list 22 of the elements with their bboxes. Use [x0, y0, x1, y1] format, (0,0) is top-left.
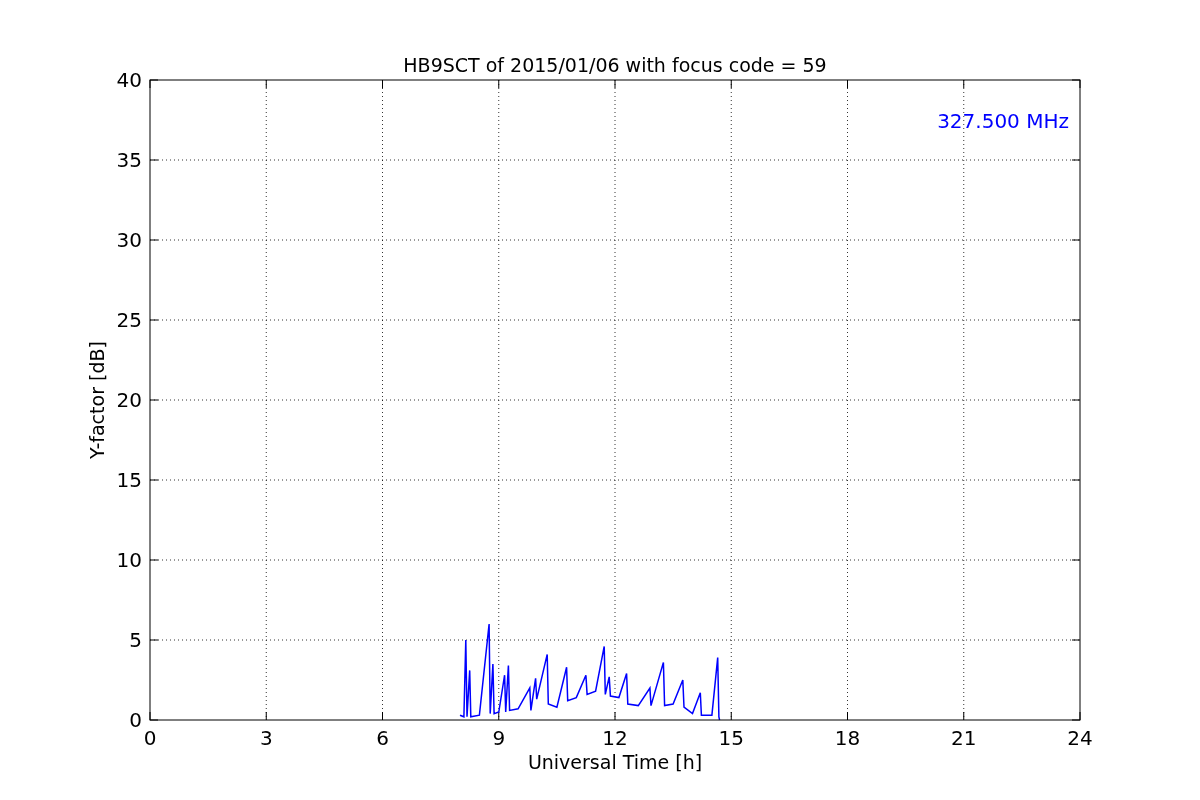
tick-label: 6 — [376, 726, 389, 750]
tick-label: 25 — [116, 308, 142, 332]
tick-label: 18 — [834, 726, 861, 750]
tick-label: 10 — [116, 548, 142, 572]
tick-label: 12 — [602, 726, 628, 750]
y-axis-label: Y-factor [dB] — [86, 341, 108, 459]
tick-label: 21 — [951, 726, 977, 750]
tick-label: 20 — [116, 388, 142, 412]
x-axis-label: Universal Time [h] — [527, 751, 703, 773]
tick-label: 15 — [116, 468, 142, 492]
tick-label: 24 — [1067, 726, 1093, 750]
tick-label: 9 — [492, 726, 506, 750]
tick-label: 3 — [259, 726, 273, 750]
tick-label: 30 — [116, 228, 142, 252]
tick-label: 40 — [116, 68, 142, 92]
tick-label: 0 — [143, 726, 157, 750]
tick-label: 5 — [129, 628, 142, 652]
tick-label: 15 — [718, 726, 744, 750]
chart-title: HB9SCT of 2015/01/06 with focus code = 59 — [403, 54, 827, 76]
frequency-label: 327.500 MHz — [937, 109, 1069, 133]
tick-label: 35 — [116, 148, 142, 172]
tick-label: 0 — [129, 708, 142, 732]
